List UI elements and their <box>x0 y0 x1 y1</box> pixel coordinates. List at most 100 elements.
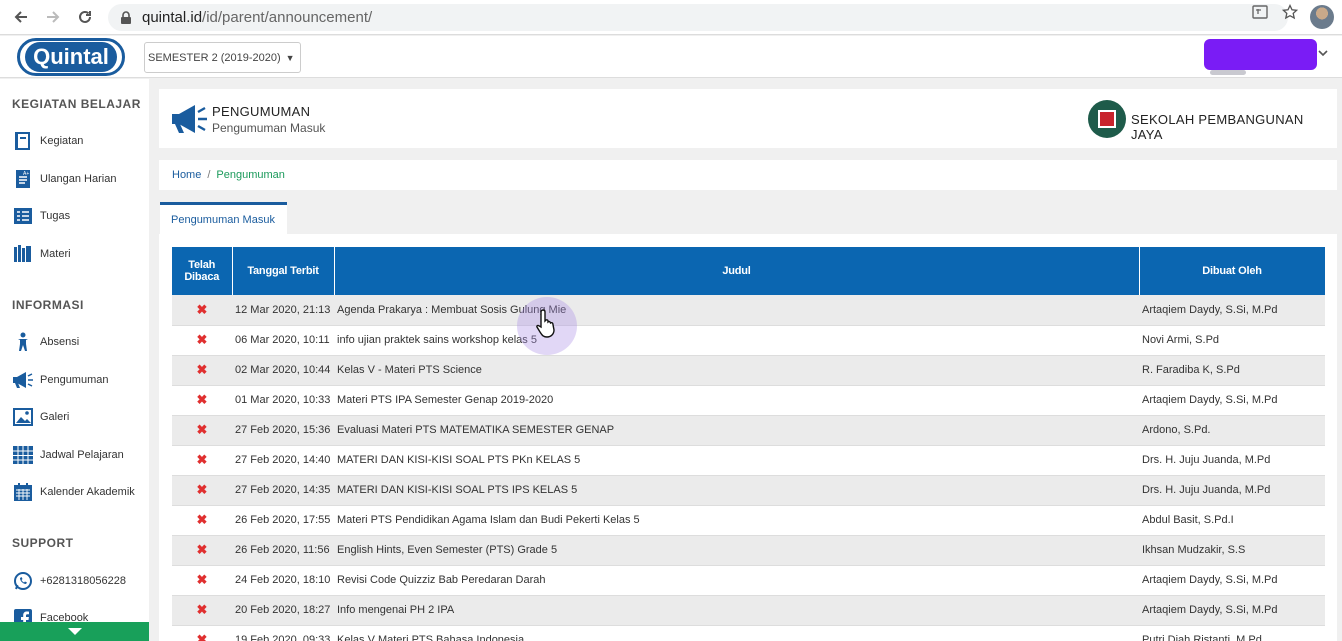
table-row[interactable]: ✖ 27 Feb 2020, 14:35 MATERI DAN KISI-KISI … <box>172 475 1325 506</box>
table-row[interactable]: ✖ 27 Feb 2020, 14:40 MATERI DAN KISI-KISI … <box>172 445 1325 476</box>
header-title[interactable]: Judul <box>334 247 1140 295</box>
calendar-icon <box>12 481 34 503</box>
cell-author: Drs. H. Juju Juanda, M.Pd <box>1139 445 1325 476</box>
table-row[interactable]: ✖ 27 Feb 2020, 15:36 Evaluasi Materi PTS M… <box>172 415 1325 446</box>
table-row[interactable]: ✖ 02 Mar 2020, 10:44 Kelas V - Materi PTS … <box>172 355 1325 386</box>
table-row[interactable]: ✖ 01 Mar 2020, 10:33 Materi PTS IPA Semest… <box>172 385 1325 416</box>
read-status-icon: ✖ <box>172 415 232 446</box>
sidebar-item-label: Pengumuman <box>40 374 109 386</box>
table-row[interactable]: ✖ 24 Feb 2020, 18:10 Revisi Code Quizziz B… <box>172 565 1325 596</box>
cell-date: 26 Feb 2020, 11:56 <box>232 535 334 566</box>
hand-cursor-icon <box>536 309 555 338</box>
sidebar-item-ulangan-harian[interactable]: A+ Ulangan Harian <box>12 166 116 192</box>
cell-date: 26 Feb 2020, 17:55 <box>232 505 334 536</box>
sidebar-item-label: Kegiatan <box>40 135 84 147</box>
cell-title[interactable]: English Hints, Even Semester (PTS) Grade… <box>334 535 1139 566</box>
cell-author: Artaqiem Daydy, S.Si, M.Pd <box>1139 295 1325 326</box>
reload-button[interactable] <box>74 6 96 28</box>
sidebar-item-pengumuman[interactable]: Pengumuman <box>12 367 109 393</box>
sidebar-item-whatsapp[interactable]: +6281318056228 <box>12 568 126 594</box>
section-kegiatan-belajar: KEGIATAN BELAJAR <box>12 97 141 111</box>
read-status-icon: ✖ <box>172 475 232 506</box>
cell-author: R. Faradiba K, S.Pd <box>1139 355 1325 386</box>
sidebar-item-label: Kalender Akademik <box>40 486 135 498</box>
back-button[interactable] <box>10 6 32 28</box>
cell-author: Artaqiem Daydy, S.Si, M.Pd <box>1139 565 1325 596</box>
cell-title[interactable]: Kelas V Materi PTS Bahasa Indonesia <box>334 625 1139 641</box>
cell-title[interactable]: Revisi Code Quizziz Bab Peredaran Darah <box>334 565 1139 596</box>
cell-title[interactable]: MATERI DAN KISI-KISI SOAL PTS PKn KELAS … <box>334 445 1139 476</box>
address-bar[interactable]: quintal.id/id/parent/announcement/ <box>108 4 1288 31</box>
cell-date: 02 Mar 2020, 10:44 <box>232 355 334 386</box>
cell-date: 01 Mar 2020, 10:33 <box>232 385 334 416</box>
table-row[interactable]: ✖ 20 Feb 2020, 18:27 Info mengenai PH 2 IP… <box>172 595 1325 626</box>
cell-title[interactable]: Info mengenai PH 2 IPA <box>334 595 1139 626</box>
section-support: SUPPORT <box>12 536 74 550</box>
cell-title[interactable]: Evaluasi Materi PTS MATEMATIKA SEMESTER … <box>334 415 1139 446</box>
profile-avatar[interactable] <box>1310 5 1334 29</box>
table-row[interactable]: ✖ 26 Feb 2020, 17:55 Materi PTS Pendidikan… <box>172 505 1325 536</box>
cell-title[interactable]: Agenda Prakarya : Membuat Sosis Gulung M… <box>334 295 1139 326</box>
main-content: PENGUMUMAN Pengumuman Masuk SEKOLAH PEMB… <box>159 79 1337 641</box>
cell-date: 27 Feb 2020, 15:36 <box>232 415 334 446</box>
chevron-down-icon <box>67 627 82 635</box>
read-status-icon: ✖ <box>172 505 232 536</box>
school-name: SEKOLAH PEMBANGUNAN JAYA <box>1131 112 1304 142</box>
cell-title[interactable]: Kelas V - Materi PTS Science <box>334 355 1139 386</box>
image-icon <box>12 406 34 428</box>
table-row[interactable]: ✖ 26 Feb 2020, 11:56 English Hints, Even S… <box>172 535 1325 566</box>
sidebar-scroll-button[interactable] <box>0 622 149 641</box>
url-path: /id/parent/announcement/ <box>202 9 373 26</box>
breadcrumb: Home / Pengumuman <box>159 160 1337 190</box>
sidebar-item-tugas[interactable]: Tugas <box>12 203 70 229</box>
semester-select[interactable]: SEMESTER 2 (2019-2020) ▼ <box>144 42 301 73</box>
sidebar-item-label: Jadwal Pelajaran <box>40 449 124 461</box>
table-row[interactable]: ✖ 06 Mar 2020, 10:11 info ujian praktek sa… <box>172 325 1325 356</box>
tab-pengumuman-masuk[interactable]: Pengumuman Masuk <box>160 202 287 234</box>
header-date[interactable]: Tanggal Terbit <box>232 247 335 295</box>
cell-title[interactable]: info ujian praktek sains workshop kelas … <box>334 325 1139 356</box>
user-subtitle <box>1210 70 1246 75</box>
header-author[interactable]: Dibuat Oleh <box>1139 247 1326 295</box>
sidebar-item-galeri[interactable]: Galeri <box>12 404 69 430</box>
star-icon[interactable] <box>1282 4 1298 20</box>
header-read[interactable]: Telah Dibaca <box>172 247 233 295</box>
person-icon <box>12 331 34 353</box>
quintal-logo[interactable]: Quintal <box>17 38 125 76</box>
page-header: PENGUMUMAN Pengumuman Masuk SEKOLAH PEMB… <box>159 89 1337 148</box>
reload-icon <box>79 10 91 23</box>
url-host: quintal.id <box>142 9 203 26</box>
translate-icon[interactable] <box>1252 4 1268 20</box>
page-subtitle: Pengumuman Masuk <box>212 121 326 135</box>
breadcrumb-home[interactable]: Home <box>172 169 201 181</box>
user-badge[interactable] <box>1204 39 1317 70</box>
cell-title[interactable]: Materi PTS Pendidikan Agama Islam dan Bu… <box>334 505 1139 536</box>
page-title: PENGUMUMAN <box>212 104 311 119</box>
section-informasi: INFORMASI <box>12 298 84 312</box>
megaphone-icon <box>12 369 34 391</box>
chevron-down-icon[interactable] <box>1318 49 1328 60</box>
book-icon <box>12 130 34 152</box>
school-logo <box>1088 100 1126 138</box>
cell-title[interactable]: MATERI DAN KISI-KISI SOAL PTS IPS KELAS … <box>334 475 1139 506</box>
table-row[interactable]: ✖ 12 Mar 2020, 21:13 Agenda Prakarya : Mem… <box>172 295 1325 326</box>
sidebar-item-label: Materi <box>40 248 71 260</box>
sidebar-item-kegiatan[interactable]: Kegiatan <box>12 128 83 154</box>
sidebar-item-kalender-akademik[interactable]: Kalender Akademik <box>12 479 135 505</box>
sidebar-item-materi[interactable]: Materi <box>12 241 71 267</box>
cell-date: 27 Feb 2020, 14:35 <box>232 475 334 506</box>
sidebar-item-label: Ulangan Harian <box>40 173 117 185</box>
library-icon <box>12 243 34 265</box>
semester-value: SEMESTER 2 (2019-2020) <box>148 51 281 64</box>
url-text: quintal.id/id/parent/announcement/ <box>142 9 372 26</box>
table-header-row: Telah Dibaca Tanggal Terbit Judul Dibuat… <box>172 247 1326 295</box>
sidebar-item-absensi[interactable]: Absensi <box>12 329 79 355</box>
table-row[interactable]: ✖ 19 Feb 2020, 09:33 Kelas V Materi PTS Ba… <box>172 625 1325 641</box>
sidebar-item-jadwal-pelajaran[interactable]: Jadwal Pelajaran <box>12 442 124 468</box>
forward-button[interactable] <box>42 6 64 28</box>
cell-title[interactable]: Materi PTS IPA Semester Genap 2019-2020 <box>334 385 1139 416</box>
test-sheet-icon: A+ <box>12 168 34 190</box>
read-status-icon: ✖ <box>172 565 232 596</box>
schedule-icon <box>12 444 34 466</box>
caret-down-icon: ▼ <box>285 52 295 63</box>
